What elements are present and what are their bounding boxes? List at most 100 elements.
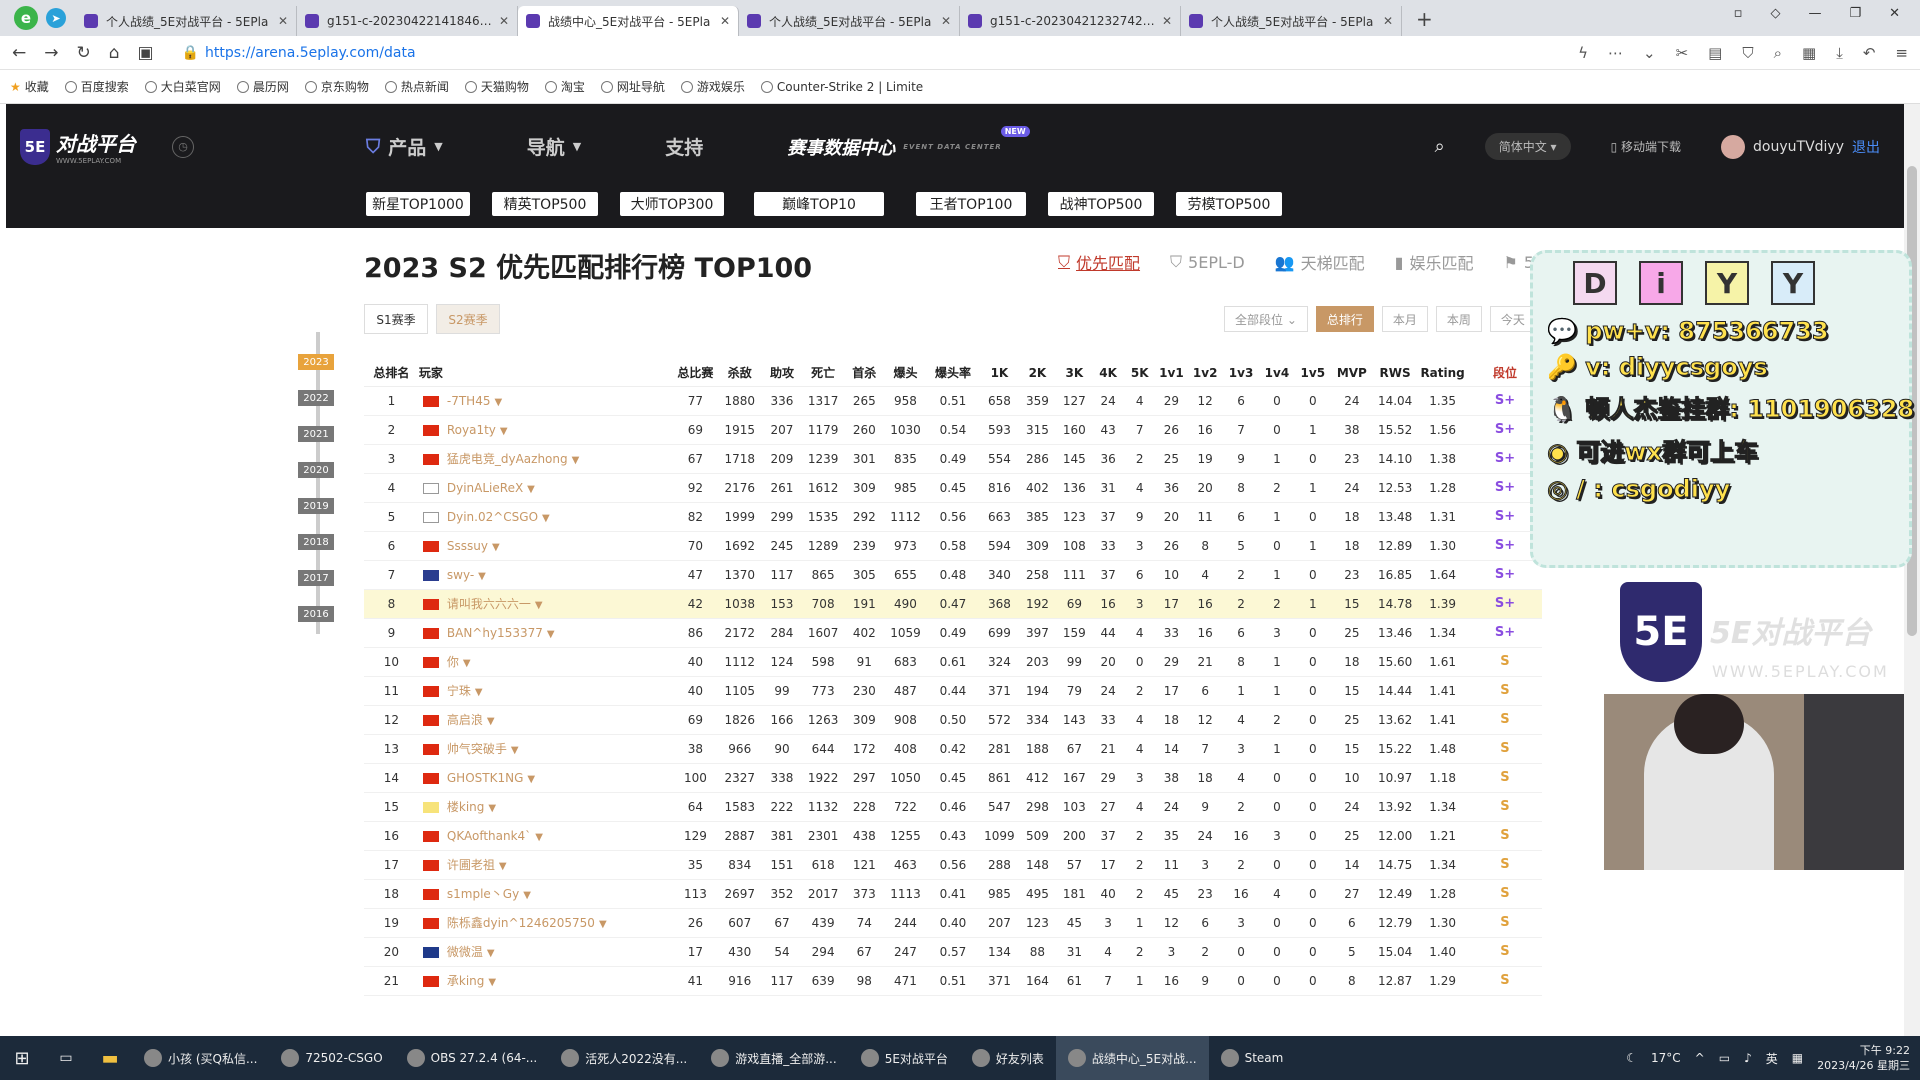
player-name[interactable]: 许圃老祖: [447, 858, 495, 872]
back-icon[interactable]: ←: [12, 43, 26, 63]
year-item[interactable]: 2019: [298, 498, 334, 514]
table-row[interactable]: 20 微微温 ▼ 17 430 54 294 67 247 0.57 134 88 31 4 2 3 2 0 0 0 5…: [364, 937, 1542, 967]
player-cell[interactable]: 你 ▼: [418, 647, 673, 677]
bookmark-item[interactable]: 热点新闻: [384, 78, 449, 95]
taskbar-item[interactable]: Steam: [1209, 1036, 1296, 1080]
taskbar-item[interactable]: 小孩 (买Q私信...: [132, 1036, 269, 1080]
pin-icon[interactable]: ◇: [1770, 6, 1780, 21]
browser-tab[interactable]: g151-c-2023042123274236 ✕: [960, 6, 1181, 36]
taskbar-item[interactable]: 好友列表: [960, 1036, 1056, 1080]
bookmark-item[interactable]: 网址导航: [600, 78, 665, 95]
mobile-download-link[interactable]: ▯ 移动端下载: [1611, 138, 1681, 155]
table-row[interactable]: 3 猛虎电竞_dyAazhong ▼ 67 1718 209 1239 301 835 0.49 5…: [364, 444, 1542, 474]
rank-tab[interactable]: 劳模TOP500: [1176, 192, 1282, 216]
player-cell[interactable]: Roya1ty ▼: [418, 415, 673, 445]
bookmark-item[interactable]: 天猫购物: [464, 78, 529, 95]
logout-link[interactable]: 退出: [1852, 137, 1880, 157]
new-tab-button[interactable]: +: [1416, 7, 1433, 31]
player-cell[interactable]: 陈栎鑫dyin^1246205750 ▼: [418, 908, 673, 938]
bookmark-item[interactable]: 晨历网: [236, 78, 289, 95]
language-select[interactable]: 简体中文 ▾: [1484, 133, 1571, 160]
taskbar-item[interactable]: 游戏直播_全部游...: [699, 1036, 848, 1080]
player-name[interactable]: 承king: [447, 974, 485, 988]
rank-tab[interactable]: 巅峰TOP10: [754, 192, 884, 216]
player-cell[interactable]: 请叫我六六六一 ▼: [418, 589, 673, 619]
table-row[interactable]: 19 陈栎鑫dyin^1246205750 ▼ 26 607 67 439 74 244 0.40…: [364, 908, 1542, 938]
bookmark-item[interactable]: 淘宝: [544, 78, 585, 95]
mode-tab[interactable]: 👥 天梯匹配: [1275, 250, 1365, 274]
browser-tab[interactable]: 个人战绩_5E对战平台 - 5EPla ✕: [739, 6, 960, 36]
nav-product[interactable]: ⛉ 产品 ▼: [366, 133, 443, 160]
nav-data-center[interactable]: 赛事数据中心 NEW EVENT DATA CENTER: [787, 125, 1030, 160]
rank-tab[interactable]: 新星TOP1000: [366, 192, 470, 216]
bookmark-item[interactable]: 百度搜索: [64, 78, 129, 95]
player-name[interactable]: 猛虎电竞_dyAazhong: [447, 452, 568, 466]
browser-tab[interactable]: 个人战绩_5E对战平台 - 5EPla ✕: [76, 6, 297, 36]
search-icon[interactable]: ⌕: [1774, 44, 1782, 62]
player-name[interactable]: 楼king: [447, 800, 485, 814]
year-item[interactable]: 2016: [298, 606, 334, 622]
taskbar-item[interactable]: 72502-CSGO: [269, 1036, 394, 1080]
windows-start-icon[interactable]: ⊞: [0, 1048, 44, 1069]
file-explorer-icon[interactable]: ▬: [88, 1048, 132, 1069]
player-name[interactable]: BAN^hy153377: [447, 626, 543, 640]
year-item[interactable]: 2018: [298, 534, 334, 550]
url-field[interactable]: 🔒 https://arena.5eplay.com/data: [172, 40, 1578, 66]
year-item[interactable]: 2021: [298, 426, 334, 442]
player-cell[interactable]: 宁珠 ▼: [418, 676, 673, 706]
browser-tab[interactable]: 个人战绩_5E对战平台 - 5EPla ✕: [1181, 6, 1402, 36]
rank-tab[interactable]: 精英TOP500: [492, 192, 598, 216]
table-row[interactable]: 10 你 ▼ 40 1112 124 598 91 683 0.61 324 203 99 20 0 29 21…: [364, 647, 1542, 677]
player-name[interactable]: s1mple丶Gy: [447, 887, 519, 901]
player-name[interactable]: 请叫我六六六一: [447, 597, 531, 611]
rank-filter[interactable]: 总排行: [1315, 306, 1374, 332]
player-name[interactable]: 微微温: [447, 945, 483, 959]
tray-chevron-icon[interactable]: ^: [1695, 1051, 1705, 1065]
scissors-icon[interactable]: ✂: [1676, 44, 1689, 62]
player-name[interactable]: DyinALieReX: [447, 481, 523, 495]
table-row[interactable]: 18 s1mple丶Gy ▼ 113 2697 352 2017 373 1113 0.41 985…: [364, 879, 1542, 909]
table-row[interactable]: 4 DyinALieReX ▼ 92 2176 261 1612 309 985 0.45 816 4…: [364, 473, 1542, 503]
player-name[interactable]: QKAofthank4`: [447, 829, 531, 843]
search-icon[interactable]: ⌕: [1435, 136, 1445, 157]
year-item[interactable]: 2020: [298, 462, 334, 478]
volume-icon[interactable]: ♪: [1744, 1051, 1752, 1065]
forward-icon[interactable]: →: [44, 43, 58, 63]
table-row[interactable]: 11 宁珠 ▼ 40 1105 99 773 230 487 0.44 371 194 79 24 2 17 6…: [364, 676, 1542, 706]
player-cell[interactable]: -7TH45 ▼: [418, 386, 673, 416]
player-cell[interactable]: s1mple丶Gy ▼: [418, 879, 673, 909]
rank-tab[interactable]: 战神TOP500: [1048, 192, 1154, 216]
tab-close-icon[interactable]: ✕: [499, 14, 509, 28]
player-name[interactable]: 宁珠: [447, 684, 471, 698]
player-name[interactable]: Ssssuy: [447, 539, 488, 553]
bookmark-item[interactable]: 游戏娱乐: [680, 78, 745, 95]
table-row[interactable]: 1 -7TH45 ▼ 77 1880 336 1317 265 958 0.51 658 359 127…: [364, 386, 1542, 416]
clock[interactable]: 下午 9:22 2023/4/26 星期三: [1817, 1043, 1910, 1073]
tab-close-icon[interactable]: ✕: [1383, 14, 1393, 28]
player-cell[interactable]: swy- ▼: [418, 560, 673, 590]
player-name[interactable]: Dyin.02^CSGO: [447, 510, 538, 524]
player-cell[interactable]: GHOSTK1NG ▼: [418, 763, 673, 793]
taskbar-item[interactable]: 战绩中心_5E对战...: [1055, 1036, 1209, 1080]
keyboard-icon[interactable]: ▦: [1792, 1051, 1803, 1065]
clock-icon[interactable]: ◷: [172, 135, 194, 158]
year-item[interactable]: 2023: [298, 354, 334, 370]
bookmark-item[interactable]: 京东购物: [304, 78, 369, 95]
table-row[interactable]: 16 QKAofthank4` ▼ 129 2887 381 2301 438 1255 0.43…: [364, 821, 1542, 851]
player-name[interactable]: 你: [447, 655, 459, 669]
page-scrollbar[interactable]: [1904, 104, 1920, 1036]
player-cell[interactable]: QKAofthank4` ▼: [418, 821, 673, 851]
table-row[interactable]: 21 承king ▼ 41 916 117 639 98 471 0.51 371 164 61 7 1 16…: [364, 966, 1542, 996]
season-tab[interactable]: S2赛季: [436, 304, 500, 334]
chevron-down-icon[interactable]: ⌄: [1643, 44, 1656, 62]
extension-icon[interactable]: ▤: [1708, 44, 1722, 62]
table-row[interactable]: 15 楼king ▼ 64 1583 222 1132 228 722 0.46 547 298 103…: [364, 792, 1542, 822]
nav-guide[interactable]: 导航 ▼: [527, 133, 581, 160]
table-row[interactable]: 13 帅气突破手 ▼ 38 966 90 644 172 408 0.42 281 188 67 21 4 1…: [364, 734, 1542, 764]
player-cell[interactable]: 许圃老祖 ▼: [418, 850, 673, 880]
site-logo[interactable]: 5E 对战平台 WWW.5EPLAY.COM: [20, 128, 136, 165]
season-tab[interactable]: S1赛季: [364, 304, 428, 334]
minimize-button[interactable]: —: [1808, 6, 1821, 21]
shield-icon[interactable]: ⛉: [1742, 44, 1753, 62]
rank-filter[interactable]: 本周: [1435, 306, 1482, 332]
